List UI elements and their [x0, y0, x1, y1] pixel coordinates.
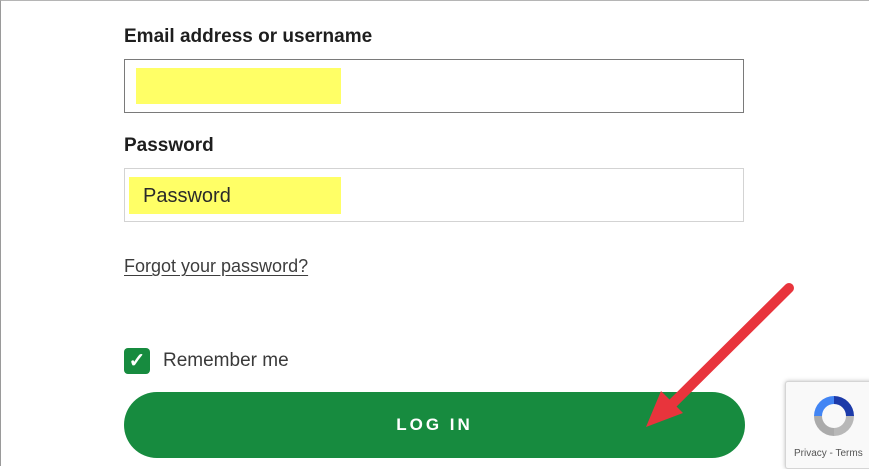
password-label: Password [124, 135, 214, 156]
email-highlight [136, 68, 341, 104]
email-label: Email address or username [124, 26, 373, 47]
email-input[interactable] [124, 59, 744, 113]
remember-me-label: Remember me [163, 350, 289, 371]
screenshot-frame: Email address or username Password Passw… [0, 0, 869, 469]
recaptcha-logo-icon [814, 396, 854, 436]
password-input[interactable]: Password [124, 168, 744, 222]
login-button[interactable]: LOG IN [124, 392, 745, 458]
check-icon: ✓ [128, 350, 146, 372]
remember-me-checkbox[interactable]: ✓ [124, 348, 150, 374]
password-value: Password [143, 185, 231, 207]
recaptcha-links[interactable]: Privacy - Terms [794, 448, 863, 459]
forgot-password-link[interactable]: Forgot your password? [124, 256, 308, 277]
recaptcha-badge[interactable]: Privacy - Terms [785, 381, 869, 469]
